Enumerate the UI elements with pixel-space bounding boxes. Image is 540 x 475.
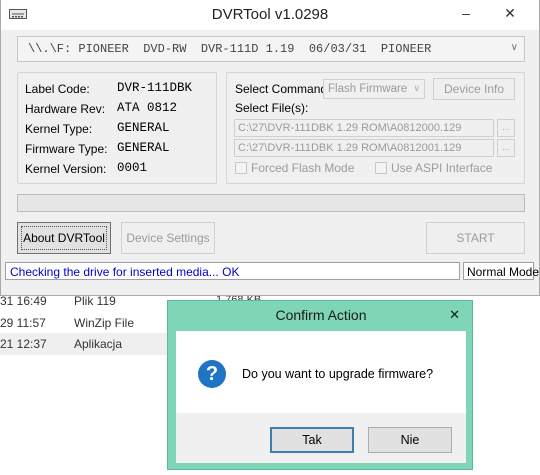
command-select-value: Flash Firmware xyxy=(328,83,408,95)
dialog-message: Do you want to upgrade firmware? xyxy=(242,367,434,381)
status-mode: Normal Mode xyxy=(463,262,539,280)
bg-file-row[interactable]: 21 12:37 Aplikacja xyxy=(0,333,170,355)
bg-file-time: 31 16:49 xyxy=(0,294,47,308)
info-label: Hardware Rev: xyxy=(25,102,106,116)
select-command-label: Select Command: xyxy=(235,82,331,96)
info-value: GENERAL xyxy=(117,141,170,155)
info-value: ATA 0812 xyxy=(117,101,178,115)
select-files-label: Select File(s): xyxy=(235,101,309,115)
bg-file-row[interactable]: 29 11:57 WinZip File xyxy=(0,312,170,334)
device-info-button[interactable]: Device Info xyxy=(433,78,515,100)
close-icon[interactable]: ✕ xyxy=(499,4,521,22)
progress-bar xyxy=(17,194,525,212)
minimize-icon[interactable]: – xyxy=(455,4,477,22)
chevron-down-icon: ∨ xyxy=(510,42,518,53)
drive-select[interactable]: \\.\F: PIONEER DVD-RW DVR-111D 1.19 06/0… xyxy=(17,36,525,62)
start-button[interactable]: START xyxy=(426,222,525,254)
info-value: GENERAL xyxy=(117,121,170,135)
forced-flash-checkbox[interactable]: Forced Flash Mode xyxy=(235,161,354,175)
yes-button[interactable]: Tak xyxy=(270,427,354,453)
dvrtool-window: DVRTool v1.0298 – ✕ \\.\F: PIONEER DVD-R… xyxy=(0,0,540,296)
use-aspi-checkbox[interactable]: Use ASPI Interface xyxy=(375,161,492,175)
info-value: DVR-111DBK xyxy=(117,81,193,95)
browse-file1-button[interactable]: ... xyxy=(497,119,515,137)
drive-select-value: \\.\F: PIONEER DVD-RW DVR-111D 1.19 06/0… xyxy=(28,42,432,56)
question-icon: ? xyxy=(198,360,226,388)
drive-info-group: Label Code: DVR-111DBK Hardware Rev: ATA… xyxy=(17,72,217,184)
checkbox-box xyxy=(235,162,247,174)
title-bar[interactable]: DVRTool v1.0298 – ✕ xyxy=(1,0,539,30)
dialog-body: ? Do you want to upgrade firmware? Tak N… xyxy=(176,331,466,463)
info-label: Kernel Version: xyxy=(25,162,107,176)
command-select[interactable]: Flash Firmware ∨ xyxy=(323,79,425,99)
browse-file2-button[interactable]: ... xyxy=(497,139,515,157)
bg-file-name: Aplikacja xyxy=(74,337,123,351)
chevron-down-icon: ∨ xyxy=(413,83,420,93)
bg-file-time: 29 11:57 xyxy=(0,316,46,330)
file1-input[interactable]: C:\27\DVR-111DBK 1.29 ROM\A0812000.129 xyxy=(234,119,494,137)
command-group: Select Command: Flash Firmware ∨ Device … xyxy=(226,72,525,184)
confirm-dialog: Confirm Action ✕ ? Do you want to upgrad… xyxy=(167,300,473,470)
info-label: Kernel Type: xyxy=(25,122,93,136)
file2-input[interactable]: C:\27\DVR-111DBK 1.29 ROM\A0812001.129 xyxy=(234,139,494,157)
bg-file-name: WinZip File xyxy=(74,316,135,330)
no-button[interactable]: Nie xyxy=(368,427,452,453)
info-label: Label Code: xyxy=(25,82,90,96)
dialog-title: Confirm Action xyxy=(275,307,367,323)
info-label: Firmware Type: xyxy=(25,142,108,156)
about-button[interactable]: About DVRTool xyxy=(17,222,111,254)
checkbox-box xyxy=(375,162,387,174)
device-settings-button[interactable]: Device Settings xyxy=(121,222,215,254)
status-message: Checking the drive for inserted media...… xyxy=(5,262,460,280)
info-value: 0001 xyxy=(117,161,148,175)
bg-file-time: 21 12:37 xyxy=(0,337,47,351)
dialog-close-icon[interactable]: ✕ xyxy=(449,307,460,323)
bg-file-name: Plik 119 xyxy=(74,294,116,308)
